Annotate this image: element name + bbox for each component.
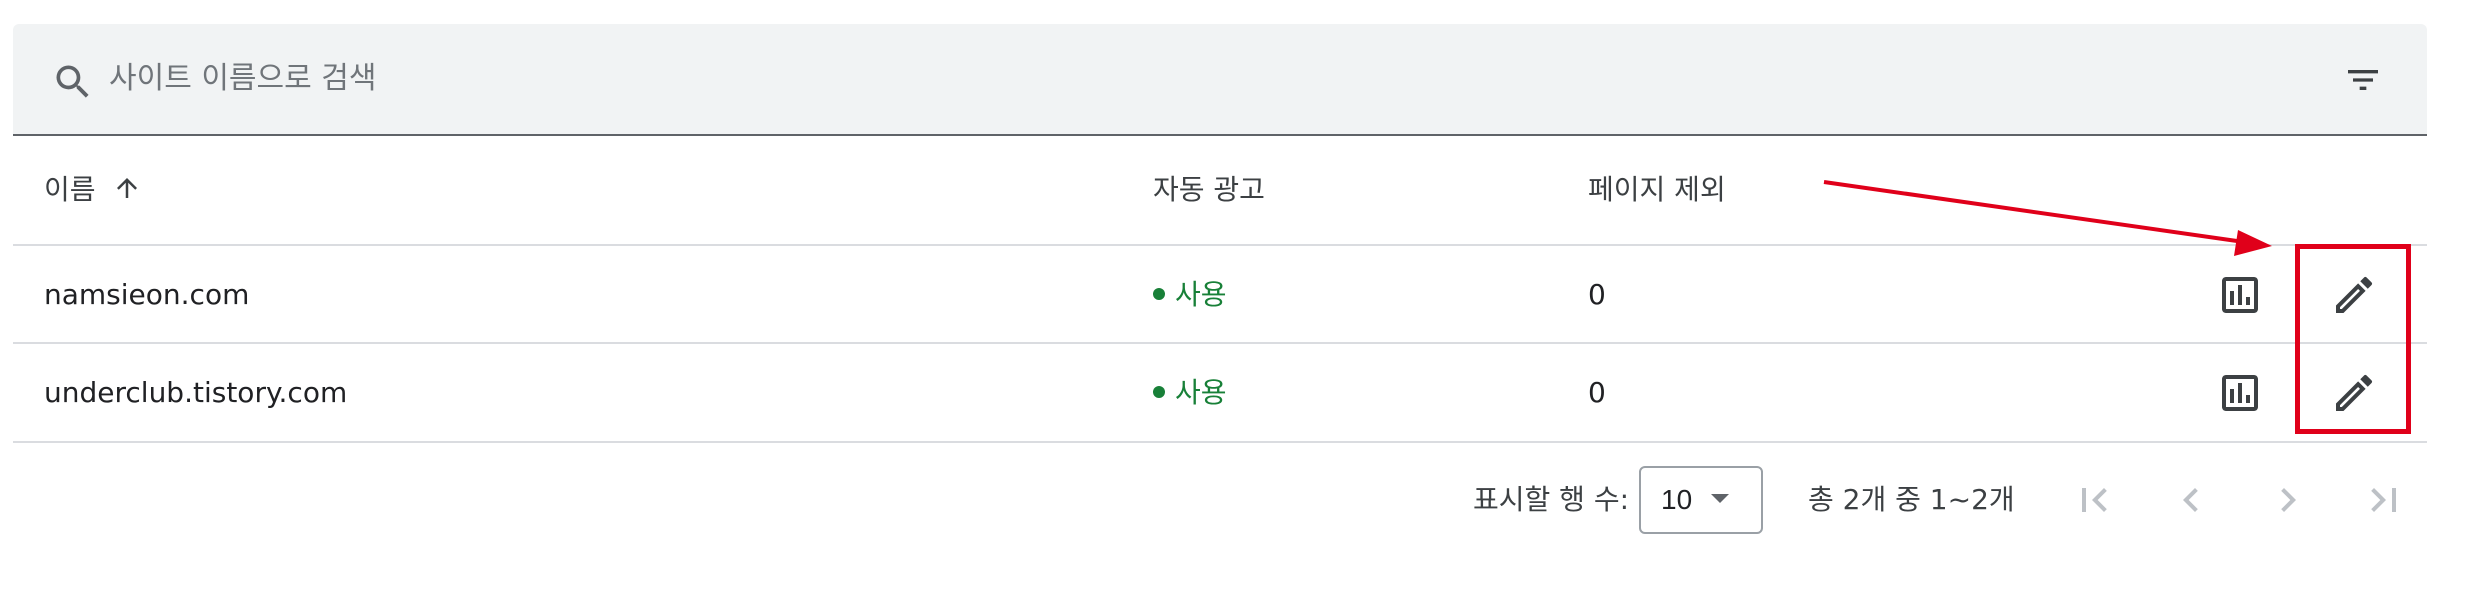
sites-table-page: 사이트 이름으로 검색 이름 자동 광고 페이지 제외 namsieon.com… xyxy=(0,0,2486,598)
auto-ads-status: 사용 xyxy=(1153,275,1227,315)
search-bar[interactable]: 사이트 이름으로 검색 xyxy=(13,24,2427,136)
column-header-name[interactable]: 이름 xyxy=(44,170,142,210)
status-dot xyxy=(1153,288,1165,300)
first-page-icon[interactable] xyxy=(2070,476,2118,524)
chevron-right-icon[interactable] xyxy=(2264,476,2312,524)
rows-per-page-value: 10 xyxy=(1661,484,1693,515)
auto-ads-status-label: 사용 xyxy=(1175,376,1227,409)
status-dot xyxy=(1153,386,1165,398)
row-divider xyxy=(13,441,2427,443)
arrow-up-icon xyxy=(117,178,138,198)
page-exclusions-count: 0 xyxy=(1588,376,1606,409)
filter-icon[interactable] xyxy=(2341,60,2385,100)
annotation-arrow xyxy=(1823,180,2272,256)
page-exclusions-count: 0 xyxy=(1588,278,1606,311)
column-header-auto-ads: 자동 광고 xyxy=(1153,173,1265,206)
annotation-highlight-box xyxy=(2295,244,2411,434)
site-name-cell: underclub.tistory.com xyxy=(44,376,348,409)
bar-chart-icon[interactable] xyxy=(2216,271,2264,319)
pagination-range: 총 2개 중 1~2개 xyxy=(1808,483,2015,516)
column-header-page-exclusions: 페이지 제외 xyxy=(1588,173,1726,206)
rows-per-page-label: 표시할 행 수: xyxy=(1473,483,1630,516)
rows-per-page-select[interactable]: 10 xyxy=(1639,466,1763,534)
auto-ads-status-label: 사용 xyxy=(1175,278,1227,311)
search-icon xyxy=(56,65,89,98)
row-divider xyxy=(13,342,2427,344)
search-input[interactable]: 사이트 이름으로 검색 xyxy=(109,24,376,134)
last-page-icon[interactable] xyxy=(2360,476,2408,524)
column-header-name-label: 이름 xyxy=(44,173,96,206)
bar-chart-icon[interactable] xyxy=(2216,369,2264,417)
auto-ads-status: 사용 xyxy=(1153,373,1227,413)
site-name-cell: namsieon.com xyxy=(44,278,250,311)
chevron-left-icon[interactable] xyxy=(2167,476,2215,524)
dropdown-caret-icon xyxy=(1711,494,1729,503)
